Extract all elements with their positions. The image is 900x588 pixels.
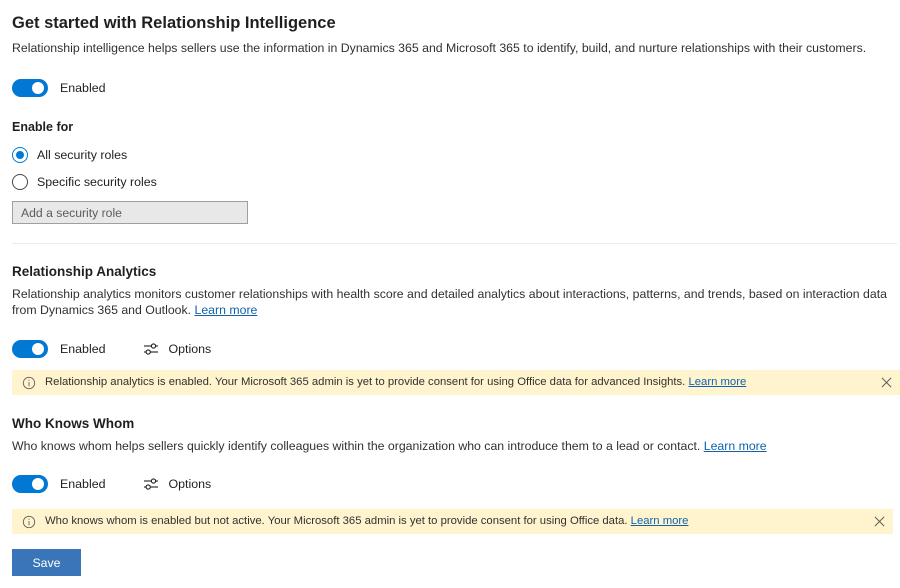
- who-knows-whom-section: Who Knows Whom Who knows whom helps sell…: [0, 415, 900, 454]
- relationship-analytics-message-bar: Relationship analytics is enabled. Your …: [12, 370, 900, 395]
- who-knows-whom-message-bar: Who knows whom is enabled but not active…: [12, 509, 893, 534]
- relationship-analytics-options-label: Options: [168, 340, 211, 358]
- who-knows-whom-title: Who Knows Whom: [12, 415, 888, 433]
- relationship-analytics-toggle[interactable]: [12, 340, 48, 358]
- relationship-analytics-message-body: Relationship analytics is enabled. Your …: [45, 376, 685, 388]
- save-button[interactable]: Save: [12, 549, 81, 576]
- enable-for-group: Enable for All security roles Specific s…: [0, 119, 260, 224]
- relationship-analytics-section: Relationship Analytics Relationship anal…: [0, 263, 900, 318]
- relationship-intelligence-toggle[interactable]: [12, 79, 48, 97]
- toggle-knob: [32, 82, 44, 94]
- relationship-intelligence-settings-page: Get started with Relationship Intelligen…: [0, 0, 900, 588]
- who-knows-whom-options-button[interactable]: Options: [143, 475, 211, 493]
- page-header: Get started with Relationship Intelligen…: [0, 0, 900, 57]
- close-icon: [874, 516, 885, 527]
- who-knows-whom-learn-more-link[interactable]: Learn more: [704, 439, 767, 453]
- close-icon: [881, 377, 892, 388]
- radio-all-security-roles-label: All security roles: [37, 147, 127, 163]
- sliders-icon: [143, 476, 159, 492]
- relationship-analytics-learn-more-link[interactable]: Learn more: [195, 303, 258, 317]
- radio-all-security-roles-indicator[interactable]: [12, 147, 28, 163]
- radio-specific-security-roles-label: Specific security roles: [37, 174, 157, 190]
- radio-specific-security-roles[interactable]: Specific security roles: [12, 174, 248, 190]
- relationship-analytics-message-learn-more-link[interactable]: Learn more: [688, 376, 746, 388]
- security-role-input[interactable]: [12, 201, 248, 224]
- relationship-analytics-controls: Enabled Options: [0, 340, 223, 358]
- info-icon: [22, 376, 36, 390]
- toggle-knob: [32, 478, 44, 490]
- relationship-analytics-toggle-label: Enabled: [60, 340, 105, 358]
- who-knows-whom-toggle-label: Enabled: [60, 475, 105, 493]
- who-knows-whom-description: Who knows whom helps sellers quickly ide…: [12, 433, 888, 454]
- relationship-analytics-options-button[interactable]: Options: [143, 340, 211, 358]
- who-knows-whom-message-learn-more-link[interactable]: Learn more: [631, 515, 689, 527]
- who-knows-whom-options-label: Options: [168, 475, 211, 493]
- relationship-analytics-message-text: Relationship analytics is enabled. Your …: [45, 375, 872, 390]
- relationship-analytics-description: Relationship analytics monitors customer…: [12, 281, 888, 318]
- relationship-analytics-message-close-button[interactable]: [872, 371, 900, 395]
- relationship-analytics-title: Relationship Analytics: [12, 263, 888, 281]
- who-knows-whom-description-text: Who knows whom helps sellers quickly ide…: [12, 439, 700, 453]
- page-title: Get started with Relationship Intelligen…: [12, 0, 888, 33]
- enable-for-label: Enable for: [12, 119, 248, 135]
- who-knows-whom-message-text: Who knows whom is enabled but not active…: [45, 514, 865, 529]
- relationship-intelligence-toggle-row: Enabled: [0, 79, 117, 97]
- who-knows-whom-toggle[interactable]: [12, 475, 48, 493]
- page-description: Relationship intelligence helps sellers …: [12, 33, 888, 57]
- toggle-knob: [32, 343, 44, 355]
- info-icon: [22, 515, 36, 529]
- sliders-icon: [143, 341, 159, 357]
- relationship-analytics-description-text: Relationship analytics monitors customer…: [12, 287, 887, 317]
- who-knows-whom-controls: Enabled Options: [0, 475, 223, 493]
- relationship-intelligence-toggle-label: Enabled: [60, 79, 105, 97]
- radio-specific-security-roles-indicator[interactable]: [12, 174, 28, 190]
- who-knows-whom-message-close-button[interactable]: [865, 510, 893, 534]
- section-divider: [12, 243, 897, 244]
- who-knows-whom-message-body: Who knows whom is enabled but not active…: [45, 515, 628, 527]
- radio-all-security-roles[interactable]: All security roles: [12, 147, 248, 163]
